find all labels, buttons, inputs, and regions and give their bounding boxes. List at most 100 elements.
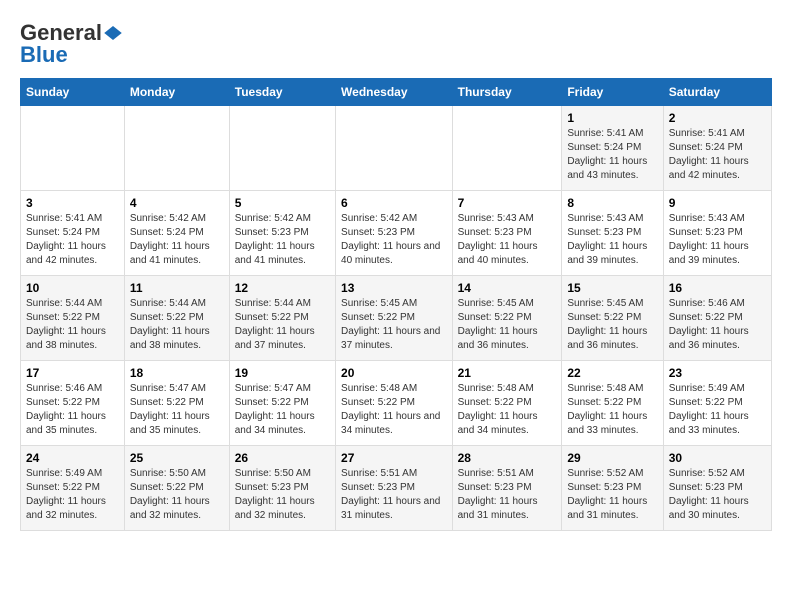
calendar-cell: 12 Sunrise: 5:44 AMSunset: 5:22 PMDayligh… [229, 276, 335, 361]
header-sunday: Sunday [21, 79, 125, 106]
day-info: Sunrise: 5:43 AMSunset: 5:23 PMDaylight:… [567, 212, 657, 268]
day-info: Sunrise: 5:41 AMSunset: 5:24 PMDaylight:… [26, 212, 119, 268]
day-info: Sunrise: 5:44 AMSunset: 5:22 PMDaylight:… [130, 297, 224, 353]
day-info: Sunrise: 5:52 AMSunset: 5:23 PMDaylight:… [669, 467, 766, 523]
day-info: Sunrise: 5:44 AMSunset: 5:22 PMDaylight:… [235, 297, 330, 353]
day-info: Sunrise: 5:44 AMSunset: 5:22 PMDaylight:… [26, 297, 119, 353]
day-number: 30 [669, 451, 766, 465]
day-number: 23 [669, 366, 766, 380]
calendar-cell: 3 Sunrise: 5:41 AMSunset: 5:24 PMDaylight… [21, 191, 125, 276]
day-info: Sunrise: 5:51 AMSunset: 5:23 PMDaylight:… [458, 467, 557, 523]
day-info: Sunrise: 5:41 AMSunset: 5:24 PMDaylight:… [567, 127, 657, 183]
calendar-cell: 25 Sunrise: 5:50 AMSunset: 5:22 PMDayligh… [124, 446, 229, 531]
day-info: Sunrise: 5:50 AMSunset: 5:23 PMDaylight:… [235, 467, 330, 523]
calendar-cell: 4 Sunrise: 5:42 AMSunset: 5:24 PMDaylight… [124, 191, 229, 276]
calendar-cell: 9 Sunrise: 5:43 AMSunset: 5:23 PMDaylight… [663, 191, 771, 276]
calendar-week-row: 10 Sunrise: 5:44 AMSunset: 5:22 PMDayligh… [21, 276, 772, 361]
day-info: Sunrise: 5:47 AMSunset: 5:22 PMDaylight:… [130, 382, 224, 438]
day-number: 27 [341, 451, 447, 465]
day-info: Sunrise: 5:51 AMSunset: 5:23 PMDaylight:… [341, 467, 447, 523]
day-info: Sunrise: 5:52 AMSunset: 5:23 PMDaylight:… [567, 467, 657, 523]
calendar-cell: 10 Sunrise: 5:44 AMSunset: 5:22 PMDayligh… [21, 276, 125, 361]
calendar-cell: 24 Sunrise: 5:49 AMSunset: 5:22 PMDayligh… [21, 446, 125, 531]
calendar-cell: 14Sunrise: 5:45 AMSunset: 5:22 PMDayligh… [452, 276, 562, 361]
calendar-cell: 27 Sunrise: 5:51 AMSunset: 5:23 PMDayligh… [336, 446, 453, 531]
calendar-cell: 20 Sunrise: 5:48 AMSunset: 5:22 PMDayligh… [336, 361, 453, 446]
day-info: Sunrise: 5:45 AMSunset: 5:22 PMDaylight:… [341, 297, 447, 353]
day-number: 6 [341, 196, 447, 210]
day-info: Sunrise: 5:43 AMSunset: 5:23 PMDaylight:… [669, 212, 766, 268]
day-number: 9 [669, 196, 766, 210]
day-number: 14 [458, 281, 557, 295]
calendar-cell: 16 Sunrise: 5:46 AMSunset: 5:22 PMDayligh… [663, 276, 771, 361]
calendar-cell: 6 Sunrise: 5:42 AMSunset: 5:23 PMDaylight… [336, 191, 453, 276]
day-number: 19 [235, 366, 330, 380]
day-info: Sunrise: 5:48 AMSunset: 5:22 PMDaylight:… [341, 382, 447, 438]
day-info: Sunrise: 5:42 AMSunset: 5:23 PMDaylight:… [341, 212, 447, 268]
day-info: Sunrise: 5:47 AMSunset: 5:22 PMDaylight:… [235, 382, 330, 438]
day-info: Sunrise: 5:42 AMSunset: 5:23 PMDaylight:… [235, 212, 330, 268]
day-number: 11 [130, 281, 224, 295]
day-number: 4 [130, 196, 224, 210]
calendar-table: SundayMondayTuesdayWednesdayThursdayFrid… [20, 78, 772, 531]
calendar-cell: 30 Sunrise: 5:52 AMSunset: 5:23 PMDayligh… [663, 446, 771, 531]
header-thursday: Thursday [452, 79, 562, 106]
calendar-cell: 21Sunrise: 5:48 AMSunset: 5:22 PMDayligh… [452, 361, 562, 446]
day-info: Sunrise: 5:49 AMSunset: 5:22 PMDaylight:… [669, 382, 766, 438]
day-number: 20 [341, 366, 447, 380]
calendar-cell [124, 106, 229, 191]
day-number: 5 [235, 196, 330, 210]
header-wednesday: Wednesday [336, 79, 453, 106]
calendar-cell: 1 Sunrise: 5:41 AMSunset: 5:24 PMDaylight… [562, 106, 663, 191]
day-number: 10 [26, 281, 119, 295]
day-number: 18 [130, 366, 224, 380]
calendar-week-row: 1 Sunrise: 5:41 AMSunset: 5:24 PMDaylight… [21, 106, 772, 191]
day-number: 17 [26, 366, 119, 380]
day-info: Sunrise: 5:46 AMSunset: 5:22 PMDaylight:… [26, 382, 119, 438]
day-number: 15 [567, 281, 657, 295]
day-number: 29 [567, 451, 657, 465]
calendar-cell: 5 Sunrise: 5:42 AMSunset: 5:23 PMDaylight… [229, 191, 335, 276]
day-number: 8 [567, 196, 657, 210]
day-info: Sunrise: 5:45 AMSunset: 5:22 PMDaylight:… [567, 297, 657, 353]
calendar-cell: 28Sunrise: 5:51 AMSunset: 5:23 PMDayligh… [452, 446, 562, 531]
day-info: Sunrise: 5:46 AMSunset: 5:22 PMDaylight:… [669, 297, 766, 353]
day-info: Sunrise: 5:41 AMSunset: 5:24 PMDaylight:… [669, 127, 766, 183]
day-info: Sunrise: 5:42 AMSunset: 5:24 PMDaylight:… [130, 212, 224, 268]
logo: General Blue [20, 20, 122, 68]
day-info: Sunrise: 5:43 AMSunset: 5:23 PMDaylight:… [458, 212, 557, 268]
header-monday: Monday [124, 79, 229, 106]
day-number: 21 [458, 366, 557, 380]
day-number: 12 [235, 281, 330, 295]
calendar-cell: 2 Sunrise: 5:41 AMSunset: 5:24 PMDaylight… [663, 106, 771, 191]
calendar-week-row: 17 Sunrise: 5:46 AMSunset: 5:22 PMDayligh… [21, 361, 772, 446]
header-friday: Friday [562, 79, 663, 106]
calendar-cell: 19 Sunrise: 5:47 AMSunset: 5:22 PMDayligh… [229, 361, 335, 446]
calendar-cell [21, 106, 125, 191]
day-info: Sunrise: 5:48 AMSunset: 5:22 PMDaylight:… [567, 382, 657, 438]
calendar-cell: 15 Sunrise: 5:45 AMSunset: 5:22 PMDayligh… [562, 276, 663, 361]
header-saturday: Saturday [663, 79, 771, 106]
calendar-week-row: 3 Sunrise: 5:41 AMSunset: 5:24 PMDaylight… [21, 191, 772, 276]
calendar-cell [452, 106, 562, 191]
calendar-cell: 11 Sunrise: 5:44 AMSunset: 5:22 PMDayligh… [124, 276, 229, 361]
calendar-cell: 7Sunrise: 5:43 AMSunset: 5:23 PMDaylight… [452, 191, 562, 276]
calendar-cell: 26Sunrise: 5:50 AMSunset: 5:23 PMDayligh… [229, 446, 335, 531]
calendar-cell: 22 Sunrise: 5:48 AMSunset: 5:22 PMDayligh… [562, 361, 663, 446]
day-number: 2 [669, 111, 766, 125]
calendar-cell [229, 106, 335, 191]
day-number: 1 [567, 111, 657, 125]
logo-icon [104, 26, 122, 40]
day-number: 13 [341, 281, 447, 295]
day-number: 22 [567, 366, 657, 380]
day-info: Sunrise: 5:50 AMSunset: 5:22 PMDaylight:… [130, 467, 224, 523]
day-number: 24 [26, 451, 119, 465]
day-info: Sunrise: 5:49 AMSunset: 5:22 PMDaylight:… [26, 467, 119, 523]
calendar-header-row: SundayMondayTuesdayWednesdayThursdayFrid… [21, 79, 772, 106]
day-number: 3 [26, 196, 119, 210]
day-number: 25 [130, 451, 224, 465]
logo-blue: Blue [20, 42, 68, 68]
calendar-cell: 29 Sunrise: 5:52 AMSunset: 5:23 PMDayligh… [562, 446, 663, 531]
header-tuesday: Tuesday [229, 79, 335, 106]
day-number: 16 [669, 281, 766, 295]
